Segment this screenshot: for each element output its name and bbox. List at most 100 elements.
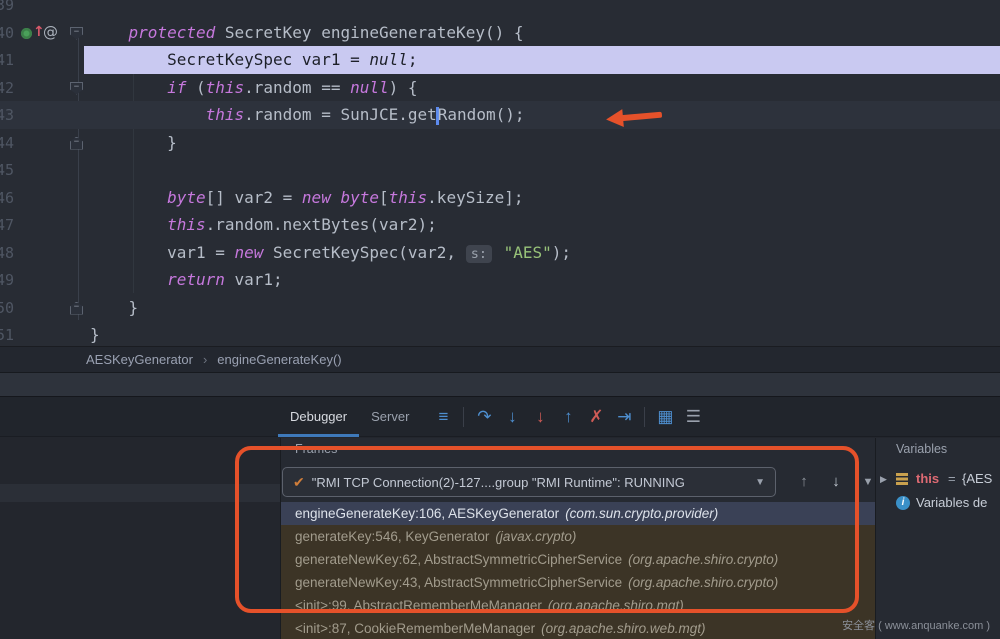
run-marker-icon: [21, 28, 32, 39]
code-line[interactable]: 49 return var1;: [0, 266, 1000, 294]
frames-filter-button[interactable]: ▼: [857, 467, 875, 497]
line-number[interactable]: 40: [0, 20, 14, 48]
gutter[interactable]: 50 −: [0, 294, 84, 322]
annotation-at-icon: @: [43, 19, 58, 47]
code-line[interactable]: 39: [0, 0, 1000, 19]
code-token: .random ==: [244, 78, 350, 97]
line-number[interactable]: 51: [0, 322, 14, 346]
gutter[interactable]: 40↑@−: [0, 19, 84, 47]
gutter[interactable]: 45: [0, 156, 84, 184]
code-line[interactable]: 47 this.random.nextBytes(var2);: [0, 211, 1000, 239]
frame-down-button[interactable]: ↓: [825, 467, 847, 497]
force-step-into-icon[interactable]: ↓: [526, 397, 554, 437]
line-number[interactable]: 47: [0, 212, 14, 240]
view-menu-icon[interactable]: ≡: [429, 397, 457, 437]
code-text: this.random = SunJCE.getRandom();: [84, 101, 1000, 129]
frame-package: (org.apache.shiro.mgt): [548, 598, 684, 613]
variable-row-this[interactable]: ▶ this = {AES: [876, 468, 1000, 490]
tab-server[interactable]: Server: [359, 397, 421, 437]
threads-panel-row: [0, 484, 280, 502]
breadcrumb-class[interactable]: AESKeyGenerator: [86, 352, 193, 367]
line-number[interactable]: 44: [0, 130, 14, 158]
frame-package: (javax.crypto): [495, 529, 576, 544]
code-line[interactable]: 42− if (this.random == null) {: [0, 74, 1000, 102]
code-line[interactable]: 43 this.random = SunJCE.getRandom();: [0, 101, 1000, 129]
breadcrumb-method[interactable]: engineGenerateKey(): [217, 352, 341, 367]
fold-start-marker-icon[interactable]: −: [70, 82, 83, 95]
line-number[interactable]: 39: [0, 0, 14, 20]
code-line[interactable]: 45: [0, 156, 1000, 184]
gutter[interactable]: 48: [0, 239, 84, 267]
code-token: ;: [408, 50, 418, 69]
frame-row[interactable]: <init>:99, AbstractRememberMeManager(org…: [281, 594, 875, 617]
line-number[interactable]: 43: [0, 102, 14, 130]
tab-debugger[interactable]: Debugger: [278, 397, 359, 437]
code-token: [494, 243, 504, 262]
code-line[interactable]: 51}: [0, 321, 1000, 346]
fold-start-marker-icon[interactable]: −: [70, 27, 83, 40]
code-text: }: [84, 321, 1000, 346]
gutter[interactable]: 44 −: [0, 129, 84, 157]
frame-package: (org.apache.shiro.crypto): [628, 575, 778, 590]
step-out-icon[interactable]: ↑: [554, 397, 582, 437]
frame-location: <init>:87, CookieRememberMeManager: [295, 621, 535, 636]
expand-toggle-icon[interactable]: ▶: [880, 468, 887, 490]
code-line[interactable]: 41 SecretKeySpec var1 = null;: [0, 46, 1000, 74]
frames-panel-title: Frames: [295, 442, 337, 456]
code-token: this: [206, 105, 245, 124]
layout-settings-icon[interactable]: ☰: [679, 397, 707, 437]
code-token: "AES": [504, 243, 552, 262]
code-editor[interactable]: 3940↑@− protected SecretKey engineGenera…: [0, 0, 1000, 346]
code-token: [] var2 =: [206, 188, 302, 207]
fold-end-marker-icon[interactable]: −: [70, 137, 83, 150]
frame-row[interactable]: generateNewKey:43, AbstractSymmetricCiph…: [281, 571, 875, 594]
gutter[interactable]: 49: [0, 266, 84, 294]
line-number[interactable]: 46: [0, 185, 14, 213]
code-line[interactable]: 46 byte[] var2 = new byte[this.keySize];: [0, 184, 1000, 212]
code-token: return: [167, 270, 225, 289]
gutter[interactable]: 39: [0, 0, 84, 19]
frame-location: generateNewKey:43, AbstractSymmetricCiph…: [295, 575, 622, 590]
thread-selector-dropdown[interactable]: ✔ "RMI TCP Connection(2)-127....group "R…: [282, 467, 776, 497]
frame-package: (com.sun.crypto.provider): [565, 506, 718, 521]
frame-up-button[interactable]: ↑: [793, 467, 815, 497]
gutter[interactable]: 47: [0, 211, 84, 239]
fold-end-marker-icon[interactable]: −: [70, 302, 83, 315]
code-token: null: [369, 50, 408, 69]
frame-row[interactable]: engineGenerateKey:106, AESKeyGenerator(c…: [281, 502, 875, 525]
gutter[interactable]: 51: [0, 321, 84, 346]
frame-package: (org.apache.shiro.web.mgt): [541, 621, 705, 636]
code-text: }: [84, 129, 1000, 157]
code-text: this.random.nextBytes(var2);: [84, 211, 1000, 239]
gutter[interactable]: 43: [0, 101, 84, 129]
step-over-icon[interactable]: ↷: [470, 397, 498, 437]
code-line[interactable]: 40↑@− protected SecretKey engineGenerate…: [0, 19, 1000, 47]
drop-frame-icon[interactable]: ✗: [582, 397, 610, 437]
gutter[interactable]: 46: [0, 184, 84, 212]
line-number[interactable]: 50: [0, 295, 14, 323]
evaluate-grid-icon[interactable]: ▦: [651, 397, 679, 437]
frame-row[interactable]: <init>:87, CookieRememberMeManager (org.a…: [281, 617, 875, 639]
frame-row[interactable]: generateKey:546, KeyGenerator(javax.cryp…: [281, 525, 875, 548]
code-token: }: [129, 298, 139, 317]
toolbar-separator: [463, 407, 464, 427]
code-line[interactable]: 48 var1 = new SecretKeySpec(var2, s: "AE…: [0, 239, 1000, 267]
line-number[interactable]: 49: [0, 267, 14, 295]
code-token: [: [379, 188, 389, 207]
frame-location: generateNewKey:62, AbstractSymmetricCiph…: [295, 552, 622, 567]
line-number[interactable]: 48: [0, 240, 14, 268]
frame-row[interactable]: generateNewKey:62, AbstractSymmetricCiph…: [281, 548, 875, 571]
variables-panel: Variables ▶ this = {AES i Variables de: [875, 438, 1000, 639]
code-token: null: [350, 78, 389, 97]
toolbar-separator: [644, 407, 645, 427]
run-to-cursor-icon[interactable]: ⇥: [610, 397, 638, 437]
line-number[interactable]: 45: [0, 157, 14, 185]
step-into-icon[interactable]: ↓: [498, 397, 526, 437]
code-token: this: [206, 78, 245, 97]
code-line[interactable]: 44 − }: [0, 129, 1000, 157]
code-line[interactable]: 50 − }: [0, 294, 1000, 322]
line-number[interactable]: 42: [0, 75, 14, 103]
gutter[interactable]: 42 −: [0, 74, 84, 102]
line-number[interactable]: 41: [0, 47, 14, 75]
gutter[interactable]: 41: [0, 46, 84, 74]
